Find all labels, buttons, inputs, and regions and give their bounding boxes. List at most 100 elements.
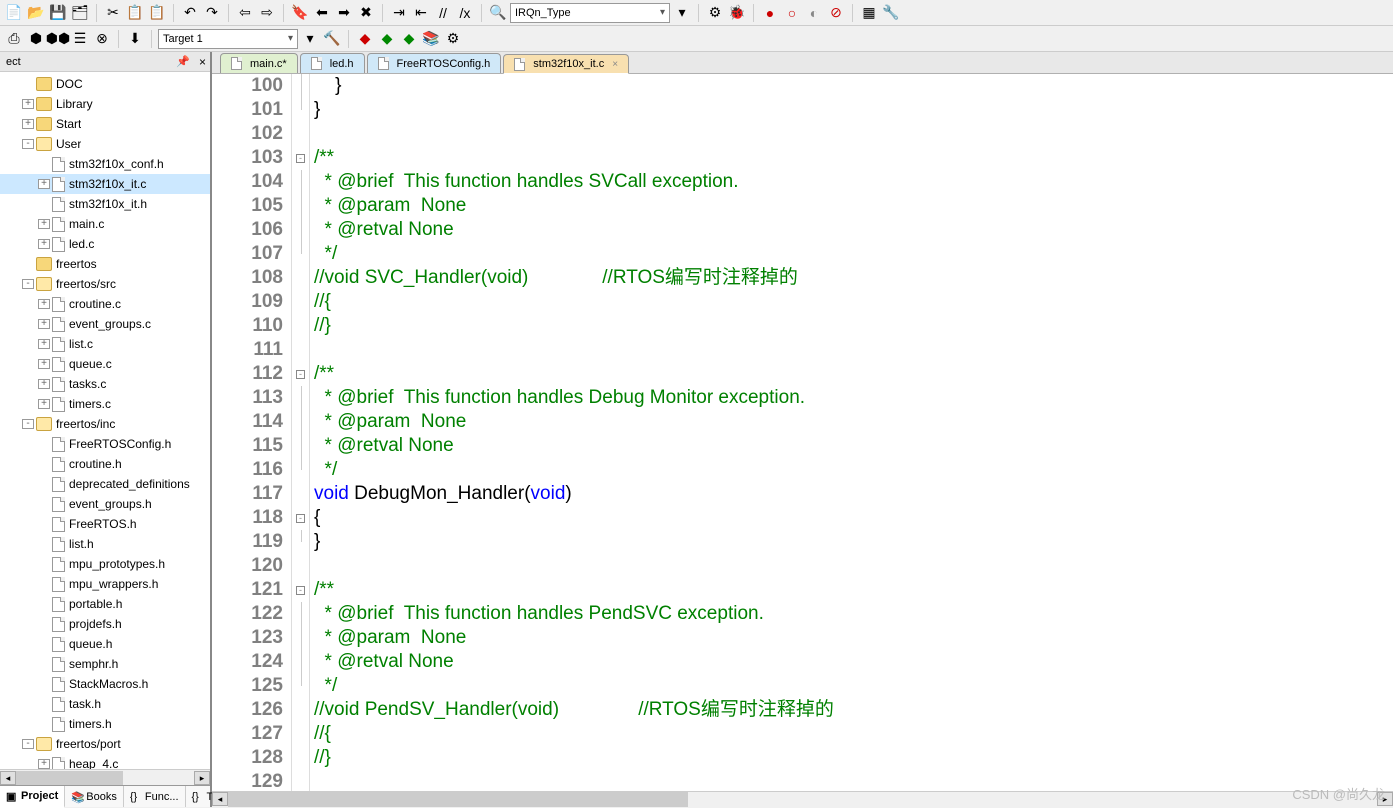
select-packs-icon[interactable]: ◆ [377,29,397,49]
code-line[interactable]: * @retval None [314,650,1393,674]
target-combo[interactable]: Target 1 [158,29,298,49]
tree-file[interactable]: deprecated_definitions [0,474,210,494]
stop-build-icon[interactable]: ⊗ [92,29,112,49]
back-icon[interactable]: ⇦ [235,3,255,23]
fold-mark[interactable]: - [292,578,309,602]
code-line[interactable]: */ [314,242,1393,266]
open-file-icon[interactable]: 📂 [26,3,46,23]
code-line[interactable]: } [314,98,1393,122]
scroll-right-icon[interactable]: ▸ [194,771,210,785]
expander-icon[interactable]: + [38,179,50,189]
sidebar-tab-project[interactable]: ▣Project [0,786,65,808]
tree-file[interactable]: StackMacros.h [0,674,210,694]
download-icon[interactable]: ⬇ [125,29,145,49]
code-line[interactable]: * @param None [314,410,1393,434]
tree-folder[interactable]: +Library [0,94,210,114]
project-tree[interactable]: DOC+Library+Start-Userstm32f10x_conf.h+s… [0,72,210,769]
tree-file[interactable]: mpu_wrappers.h [0,574,210,594]
target-options-icon[interactable]: ▾ [300,29,320,49]
tree-folder[interactable]: +Start [0,114,210,134]
code-line[interactable]: * @retval None [314,218,1393,242]
rebuild-icon[interactable]: ⬢⬢ [48,29,68,49]
code-line[interactable]: } [314,530,1393,554]
scroll-thumb[interactable] [16,771,123,785]
tree-file[interactable]: +main.c [0,214,210,234]
code-lines[interactable]: }}/** * @brief This function handles SVC… [310,74,1393,791]
tree-file[interactable]: list.h [0,534,210,554]
breakpoint-insert-icon[interactable]: ● [760,3,780,23]
code-line[interactable]: /** [314,578,1393,602]
code-line[interactable]: */ [314,458,1393,482]
window-icon[interactable]: ▦ [859,3,879,23]
batch-build-icon[interactable]: ☰ [70,29,90,49]
code-line[interactable]: { [314,506,1393,530]
tree-file[interactable]: +event_groups.c [0,314,210,334]
tree-file[interactable]: event_groups.h [0,494,210,514]
tree-file[interactable]: FreeRTOSConfig.h [0,434,210,454]
tree-file[interactable]: +queue.c [0,354,210,374]
editor-tab[interactable]: stm32f10x_it.c× [503,54,629,74]
code-line[interactable] [314,338,1393,362]
indent-icon[interactable]: ⇥ [389,3,409,23]
expander-icon[interactable]: + [38,319,50,329]
find-combo[interactable]: IRQn_Type [510,3,670,23]
copy-icon[interactable]: 📋 [125,3,145,23]
fold-mark[interactable]: - [292,506,309,530]
tab-close-icon[interactable]: × [612,59,618,70]
fold-mark[interactable]: - [292,362,309,386]
pack-installer-icon[interactable]: ◆ [399,29,419,49]
code-view[interactable]: 1001011021031041051061071081091101111121… [212,74,1393,791]
expander-icon[interactable]: - [22,279,34,289]
editor-scroll-right-icon[interactable]: ▸ [1377,792,1393,806]
pin-icon[interactable]: 📌 [176,55,190,68]
tree-folder[interactable]: -freertos/src [0,274,210,294]
expander-icon[interactable]: - [22,739,34,749]
tree-file[interactable]: queue.h [0,634,210,654]
expander-icon[interactable]: + [38,239,50,249]
bookmark-prev-icon[interactable]: ⬅ [312,3,332,23]
code-line[interactable]: */ [314,674,1393,698]
editor-hscroll[interactable]: ◂ ▸ [212,791,1393,807]
paste-icon[interactable]: 📋 [147,3,167,23]
code-line[interactable]: * @brief This function handles Debug Mon… [314,386,1393,410]
close-icon[interactable]: × [199,55,206,69]
code-line[interactable]: //void SVC_Handler(void) //RTOS编写时注释掉的 [314,266,1393,290]
expander-icon[interactable]: + [38,359,50,369]
tree-file[interactable]: croutine.h [0,454,210,474]
find-icon[interactable]: 🔍 [488,3,508,23]
code-line[interactable]: * @brief This function handles PendSVC e… [314,602,1393,626]
expander-icon[interactable]: + [38,759,50,769]
code-line[interactable]: * @param None [314,626,1393,650]
tree-folder[interactable]: -freertos/inc [0,414,210,434]
code-line[interactable]: * @retval None [314,434,1393,458]
fold-column[interactable]: ---- [292,74,310,791]
tree-folder[interactable]: -User [0,134,210,154]
sidebar-tab-books[interactable]: 📚Books [65,786,124,807]
find-next-icon[interactable]: ▾ [672,3,692,23]
code-line[interactable]: //void PendSV_Handler(void) //RTOS编写时注释掉… [314,698,1393,722]
expander-icon[interactable]: + [22,99,34,109]
tree-file[interactable]: projdefs.h [0,614,210,634]
debug-icon[interactable]: 🐞 [727,3,747,23]
expander-icon[interactable]: + [38,219,50,229]
code-line[interactable]: /** [314,146,1393,170]
code-line[interactable]: //} [314,746,1393,770]
tree-file[interactable]: +timers.c [0,394,210,414]
books-icon2[interactable]: 📚 [421,29,441,49]
editor-tab[interactable]: main.c* [220,53,298,73]
tree-file[interactable]: semphr.h [0,654,210,674]
expander-icon[interactable]: + [38,399,50,409]
save-icon[interactable]: 💾 [48,3,68,23]
code-line[interactable]: //{ [314,722,1393,746]
tree-file[interactable]: task.h [0,694,210,714]
breakpoint-disable-icon[interactable]: ◐ [804,3,824,23]
undo-icon[interactable]: ↶ [180,3,200,23]
config-wizard-icon[interactable]: ⚙ [443,29,463,49]
tree-file[interactable]: +croutine.c [0,294,210,314]
expander-icon[interactable]: + [38,299,50,309]
tree-folder[interactable]: -freertos/port [0,734,210,754]
build-icon[interactable]: ⬢ [26,29,46,49]
expander-icon[interactable]: - [22,419,34,429]
editor-tab[interactable]: FreeRTOSConfig.h [367,53,502,73]
scroll-left-icon[interactable]: ◂ [0,771,16,785]
